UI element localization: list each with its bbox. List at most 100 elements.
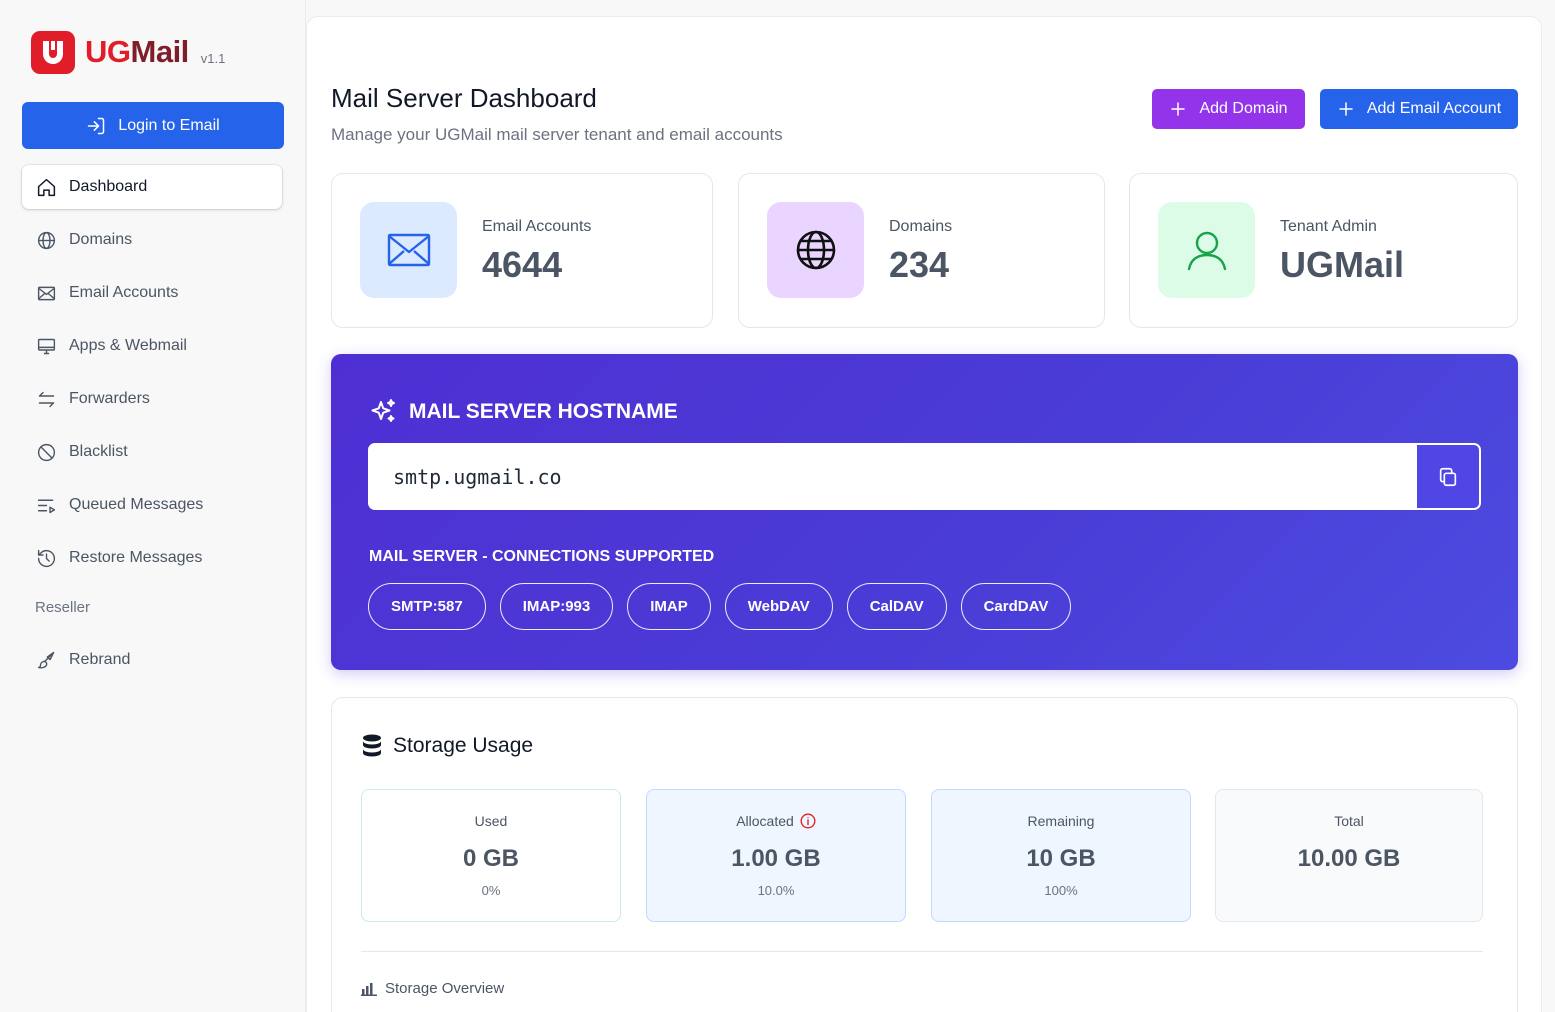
main-panel: Mail Server Dashboard Manage your UGMail… — [306, 16, 1542, 1012]
sidebar-item-blacklist[interactable]: Blacklist — [22, 430, 282, 474]
sidebar-item-label: Domains — [69, 231, 133, 248]
hostname-title-text: MAIL SERVER HOSTNAME — [409, 400, 678, 423]
storage-card-total: Total 10.00 GB — [1215, 789, 1483, 922]
plus-icon — [1339, 102, 1353, 116]
connections-list: SMTP:587 IMAP:993 IMAP WebDAV CalDAV Car… — [368, 583, 1072, 630]
storage-card-percent: 0% — [481, 883, 501, 898]
home-icon — [37, 178, 56, 196]
queue-list-icon — [37, 499, 56, 513]
bar-chart-icon — [361, 982, 377, 996]
mail-server-hostname-panel: MAIL SERVER HOSTNAME MAIL SERVER - CONNE… — [331, 354, 1518, 670]
plus-icon — [1171, 102, 1186, 116]
page-subtitle: Manage your UGMail mail server tenant an… — [331, 125, 783, 144]
storage-divider — [361, 951, 1483, 952]
copy-icon — [1439, 467, 1457, 486]
storage-card-used: Used 0 GB 0% — [361, 789, 621, 922]
storage-card-remaining: Remaining 10 GB 100% — [931, 789, 1191, 922]
sidebar-item-label: Email Accounts — [69, 284, 179, 301]
sidebar-item-label: Forwarders — [69, 390, 150, 407]
sidebar-item-rebrand[interactable]: Rebrand — [22, 638, 282, 682]
stat-card-tenant-admin[interactable]: Tenant Admin UGMail — [1129, 173, 1518, 328]
storage-title-text: Storage Usage — [393, 734, 534, 757]
envelope-icon — [387, 233, 430, 267]
storage-overview-label: Storage Overview — [385, 980, 505, 997]
ban-icon — [37, 443, 56, 461]
brand-version: v1.1 — [200, 50, 226, 66]
user-icon — [1187, 231, 1226, 271]
sidebar-item-domains[interactable]: Domains — [22, 218, 282, 262]
logo-mark-icon — [31, 30, 75, 74]
stat-icon-box — [1158, 202, 1255, 298]
sidebar-item-restore-messages[interactable]: Restore Messages — [22, 536, 282, 580]
history-icon — [37, 549, 56, 567]
connection-chip: WebDAV — [724, 583, 833, 630]
storage-overview-heading: Storage Overview — [361, 980, 504, 997]
storage-card-percent: 100% — [1044, 883, 1078, 898]
storage-card-label: Remaining — [1027, 813, 1095, 829]
storage-card-allocated: Allocated 1.00 GB 10.0% — [646, 789, 906, 922]
copy-hostname-button[interactable] — [1417, 445, 1479, 508]
stat-label: Domains — [889, 218, 953, 235]
storage-card-label: Allocated — [736, 813, 794, 829]
monitor-icon — [37, 338, 56, 354]
connections-title: MAIL SERVER - CONNECTIONS SUPPORTED — [369, 548, 715, 565]
storage-card-label: Total — [1334, 813, 1364, 829]
sidebar-item-label: Blacklist — [69, 443, 128, 460]
connection-chip: CalDAV — [846, 583, 947, 630]
connection-chip: IMAP:993 — [499, 583, 614, 630]
globe-icon — [37, 231, 56, 249]
login-to-email-button[interactable]: Login to Email — [22, 102, 284, 149]
connection-chip: CardDAV — [960, 583, 1072, 630]
brand-logo[interactable]: UGMail v1.1 — [31, 30, 225, 74]
stat-value: UGMail — [1280, 244, 1405, 285]
storage-card-label: Used — [474, 813, 508, 829]
add-email-account-label: Add Email Account — [1366, 100, 1502, 117]
add-domain-button[interactable]: Add Domain — [1152, 89, 1305, 129]
storage-title: Storage Usage — [361, 734, 533, 758]
info-icon[interactable] — [800, 813, 816, 829]
add-domain-label: Add Domain — [1199, 100, 1288, 117]
stat-value: 4644 — [482, 244, 563, 285]
sidebar-item-label: Queued Messages — [69, 496, 204, 513]
hostname-field — [368, 443, 1481, 510]
hostname-title: MAIL SERVER HOSTNAME — [369, 398, 678, 426]
storage-card-value: 10 GB — [1026, 845, 1096, 872]
sidebar-section-reseller: Reseller — [35, 598, 91, 616]
database-icon — [363, 734, 381, 757]
storage-usage-panel: Storage Usage Used 0 GB 0% Allocated 1.0… — [331, 697, 1518, 1012]
sparkles-icon — [371, 399, 395, 422]
page-title: Mail Server Dashboard — [331, 83, 597, 113]
storage-card-label-row: Allocated — [647, 813, 905, 829]
storage-card-value: 10.00 GB — [1297, 845, 1401, 872]
brand-name: UGMail — [85, 34, 189, 69]
sidebar-item-label: Apps & Webmail — [69, 337, 187, 354]
hostname-input[interactable] — [370, 445, 1417, 508]
stat-label: Email Accounts — [482, 218, 592, 235]
sidebar-nav: Dashboard Domains Email Accounts Apps & … — [22, 165, 282, 691]
sidebar-item-apps-webmail[interactable]: Apps & Webmail — [22, 324, 282, 368]
arrows-exchange-icon — [38, 391, 55, 407]
connection-chip: SMTP:587 — [368, 583, 486, 630]
sidebar-item-email-accounts[interactable]: Email Accounts — [22, 271, 282, 315]
storage-card-percent: 10.0% — [757, 883, 795, 898]
sidebar-item-dashboard[interactable]: Dashboard — [22, 165, 282, 209]
envelope-icon — [37, 286, 56, 300]
stat-icon-box — [360, 202, 457, 298]
brush-icon — [37, 651, 55, 669]
sidebar-item-forwarders[interactable]: Forwarders — [22, 377, 282, 421]
login-icon — [88, 117, 105, 134]
stat-icon-box — [767, 202, 864, 298]
login-label: Login to Email — [118, 116, 220, 134]
globe-icon — [796, 230, 835, 270]
sidebar-item-label: Restore Messages — [69, 549, 203, 566]
stat-card-domains[interactable]: Domains 234 — [738, 173, 1105, 328]
sidebar-item-queued-messages[interactable]: Queued Messages — [22, 483, 282, 527]
stat-card-email-accounts[interactable]: Email Accounts 4644 — [331, 173, 713, 328]
stat-label: Tenant Admin — [1280, 218, 1377, 235]
stat-value: 234 — [889, 244, 950, 285]
add-email-account-button[interactable]: Add Email Account — [1320, 89, 1518, 129]
sidebar-item-label: Dashboard — [69, 178, 148, 195]
sidebar-item-label: Rebrand — [69, 651, 131, 668]
storage-card-value: 0 GB — [462, 845, 519, 872]
storage-card-value: 1.00 GB — [731, 845, 821, 872]
